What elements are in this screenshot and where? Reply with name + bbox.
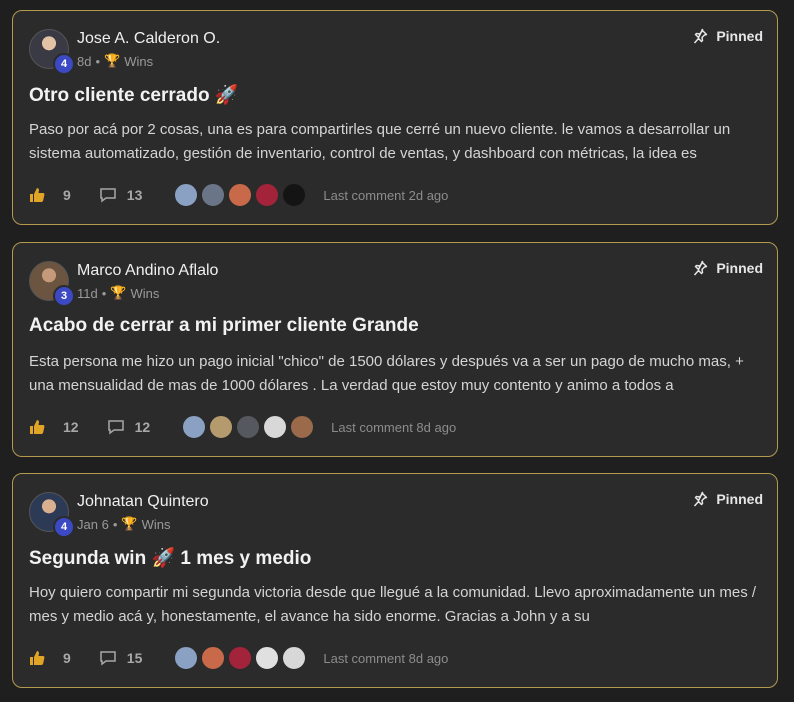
commenter-avatar[interactable] — [201, 646, 226, 670]
meta-separator: • — [101, 285, 107, 301]
post-meta: Jan 6 • 🏆 Wins — [77, 516, 170, 532]
commenter-avatar[interactable] — [282, 183, 307, 207]
post-title[interactable]: Acabo de cerrar a mi primer cliente Gran… — [29, 315, 419, 337]
level-badge: 4 — [53, 53, 75, 75]
pinned-indicator: Pinned — [692, 260, 763, 276]
commenter-avatar[interactable] — [255, 646, 280, 670]
trophy-icon: 🏆 — [121, 516, 138, 531]
pinned-indicator: Pinned — [692, 28, 763, 44]
post-footer: 9 15 Last comment 8d ago — [29, 646, 448, 670]
comment-count: 15 — [126, 650, 143, 666]
comment-count: 13 — [126, 187, 143, 203]
pinned-indicator: Pinned — [692, 491, 763, 507]
commenter-avatar[interactable] — [290, 415, 315, 439]
commenter-avatar[interactable] — [236, 415, 261, 439]
trophy-icon: 🏆 — [110, 285, 127, 300]
post-age: 8d — [77, 53, 92, 69]
meta-separator: • — [112, 516, 118, 532]
level-badge: 4 — [53, 516, 75, 538]
post-card[interactable]: 3 Marco Andino Aflalo 11d • 🏆 Wins Pinne… — [12, 242, 778, 457]
author-name[interactable]: Marco Andino Aflalo — [77, 262, 218, 280]
post-age: Jan 6 — [77, 516, 109, 532]
pinned-label: Pinned — [716, 260, 763, 276]
like-count: 9 — [63, 187, 71, 203]
level-badge: 3 — [53, 285, 75, 307]
commenter-avatar[interactable] — [174, 646, 199, 670]
author-avatar[interactable]: 4 — [29, 492, 75, 538]
post-footer: 12 12 Last comment 8d ago — [29, 415, 456, 439]
meta-separator: • — [95, 53, 101, 69]
comment-icon[interactable] — [99, 650, 117, 666]
like-count: 12 — [63, 419, 79, 435]
commenter-avatar[interactable] — [282, 646, 307, 670]
commenter-avatar[interactable] — [255, 183, 280, 207]
commenter-avatar[interactable] — [182, 415, 207, 439]
post-meta: 8d • 🏆 Wins — [77, 53, 153, 69]
commenter-avatar[interactable] — [228, 646, 253, 670]
commenter-avatar[interactable] — [201, 183, 226, 207]
author-avatar[interactable]: 3 — [29, 261, 75, 307]
thumbs-up-icon[interactable] — [29, 187, 45, 203]
post-card[interactable]: 4 Jose A. Calderon O. 8d • 🏆 Wins Pinned… — [12, 10, 778, 225]
category-label[interactable]: Wins — [130, 286, 159, 301]
post-meta: 11d • 🏆 Wins — [77, 285, 159, 301]
comment-icon[interactable] — [107, 419, 125, 435]
post-footer: 9 13 Last comment 2d ago — [29, 183, 448, 207]
commenter-avatars — [174, 183, 309, 207]
post-body[interactable]: Hoy quiero compartir mi segunda victoria… — [29, 581, 767, 629]
last-comment: Last comment 8d ago — [331, 419, 457, 435]
comment-count: 12 — [134, 419, 151, 435]
post-card[interactable]: 4 Johnatan Quintero Jan 6 • 🏆 Wins Pinne… — [12, 473, 778, 688]
category-label[interactable]: Wins — [124, 54, 153, 69]
commenter-avatar[interactable] — [228, 183, 253, 207]
thumbs-up-icon[interactable] — [29, 650, 45, 666]
last-comment: Last comment 2d ago — [323, 187, 449, 203]
post-age: 11d — [77, 285, 98, 301]
pin-icon — [694, 28, 708, 44]
commenter-avatars — [182, 415, 317, 439]
commenter-avatar[interactable] — [209, 415, 234, 439]
pin-icon — [694, 491, 708, 507]
post-body[interactable]: Esta persona me hizo un pago inicial "ch… — [29, 350, 767, 398]
comment-icon[interactable] — [99, 187, 117, 203]
post-body[interactable]: Paso por acá por 2 cosas, una es para co… — [29, 118, 767, 166]
commenter-avatar[interactable] — [263, 415, 288, 439]
author-name[interactable]: Jose A. Calderon O. — [77, 30, 220, 48]
last-comment: Last comment 8d ago — [323, 650, 449, 666]
pinned-label: Pinned — [716, 491, 763, 507]
post-title[interactable]: Otro cliente cerrado 🚀 — [29, 83, 239, 107]
category-label[interactable]: Wins — [142, 517, 171, 532]
author-avatar[interactable]: 4 — [29, 29, 75, 75]
thumbs-up-icon[interactable] — [29, 419, 45, 435]
commenter-avatars — [174, 646, 309, 670]
like-count: 9 — [63, 650, 71, 666]
pinned-label: Pinned — [716, 28, 763, 44]
author-name[interactable]: Johnatan Quintero — [77, 493, 209, 511]
commenter-avatar[interactable] — [174, 183, 199, 207]
trophy-icon: 🏆 — [104, 53, 121, 68]
pin-icon — [694, 260, 708, 276]
post-title[interactable]: Segunda win 🚀 1 mes y medio — [29, 546, 311, 570]
